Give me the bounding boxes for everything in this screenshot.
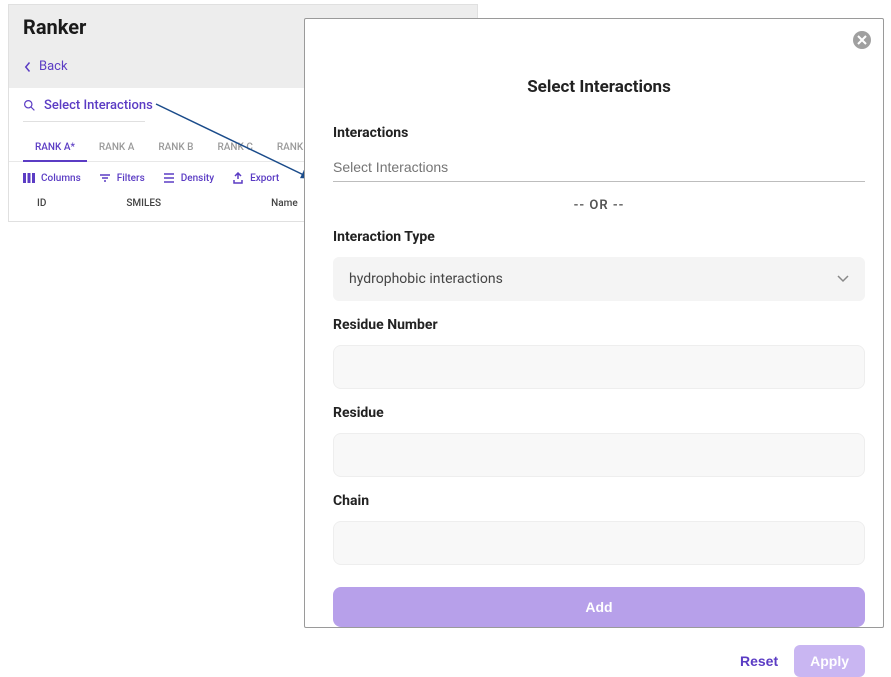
filter-icon bbox=[99, 172, 111, 184]
reset-button[interactable]: Reset bbox=[740, 653, 778, 669]
modal-footer: Reset Apply bbox=[333, 627, 865, 677]
col-name: Name bbox=[271, 198, 298, 209]
chain-input[interactable] bbox=[333, 521, 865, 565]
select-interactions-modal: Select Interactions Interactions -- OR -… bbox=[304, 18, 884, 628]
or-separator: -- OR -- bbox=[333, 198, 865, 213]
interaction-type-select[interactable]: hydrophobic interactions bbox=[333, 257, 865, 301]
tab-rank-c[interactable]: RANK C bbox=[206, 136, 265, 161]
interaction-type-value: hydrophobic interactions bbox=[349, 271, 503, 287]
residue-number-label: Residue Number bbox=[333, 317, 865, 333]
col-id: ID bbox=[37, 198, 46, 209]
residue-input[interactable] bbox=[333, 433, 865, 477]
columns-label: Columns bbox=[41, 173, 81, 184]
interactions-input[interactable] bbox=[333, 153, 865, 182]
export-label: Export bbox=[250, 173, 279, 184]
tab-rank-a[interactable]: RANK A bbox=[87, 136, 146, 161]
tab-rank-a-star[interactable]: RANK A* bbox=[23, 136, 87, 161]
chevron-down-icon bbox=[837, 275, 849, 283]
chevron-left-icon bbox=[23, 61, 33, 73]
close-icon bbox=[857, 35, 867, 45]
interactions-label: Interactions bbox=[333, 125, 865, 141]
search-icon bbox=[23, 99, 36, 112]
density-icon bbox=[163, 172, 175, 184]
export-button[interactable]: Export bbox=[232, 172, 279, 184]
residue-label: Residue bbox=[333, 405, 865, 421]
residue-number-input[interactable] bbox=[333, 345, 865, 389]
add-button[interactable]: Add bbox=[333, 587, 865, 627]
density-button[interactable]: Density bbox=[163, 172, 214, 184]
columns-button[interactable]: Columns bbox=[23, 172, 81, 184]
interaction-type-label: Interaction Type bbox=[333, 229, 865, 245]
select-interactions-label: Select Interactions bbox=[44, 98, 153, 113]
filters-label: Filters bbox=[117, 173, 145, 184]
export-icon bbox=[232, 172, 244, 184]
filters-button[interactable]: Filters bbox=[99, 172, 145, 184]
close-button[interactable] bbox=[853, 31, 871, 49]
divider bbox=[23, 121, 145, 122]
chain-label: Chain bbox=[333, 493, 865, 509]
modal-title: Select Interactions bbox=[333, 77, 865, 97]
back-label: Back bbox=[39, 59, 68, 74]
apply-button[interactable]: Apply bbox=[794, 645, 865, 677]
columns-icon bbox=[23, 172, 35, 184]
density-label: Density bbox=[181, 173, 214, 184]
tab-rank-b[interactable]: RANK B bbox=[146, 136, 205, 161]
col-smiles: SMILES bbox=[126, 198, 161, 209]
